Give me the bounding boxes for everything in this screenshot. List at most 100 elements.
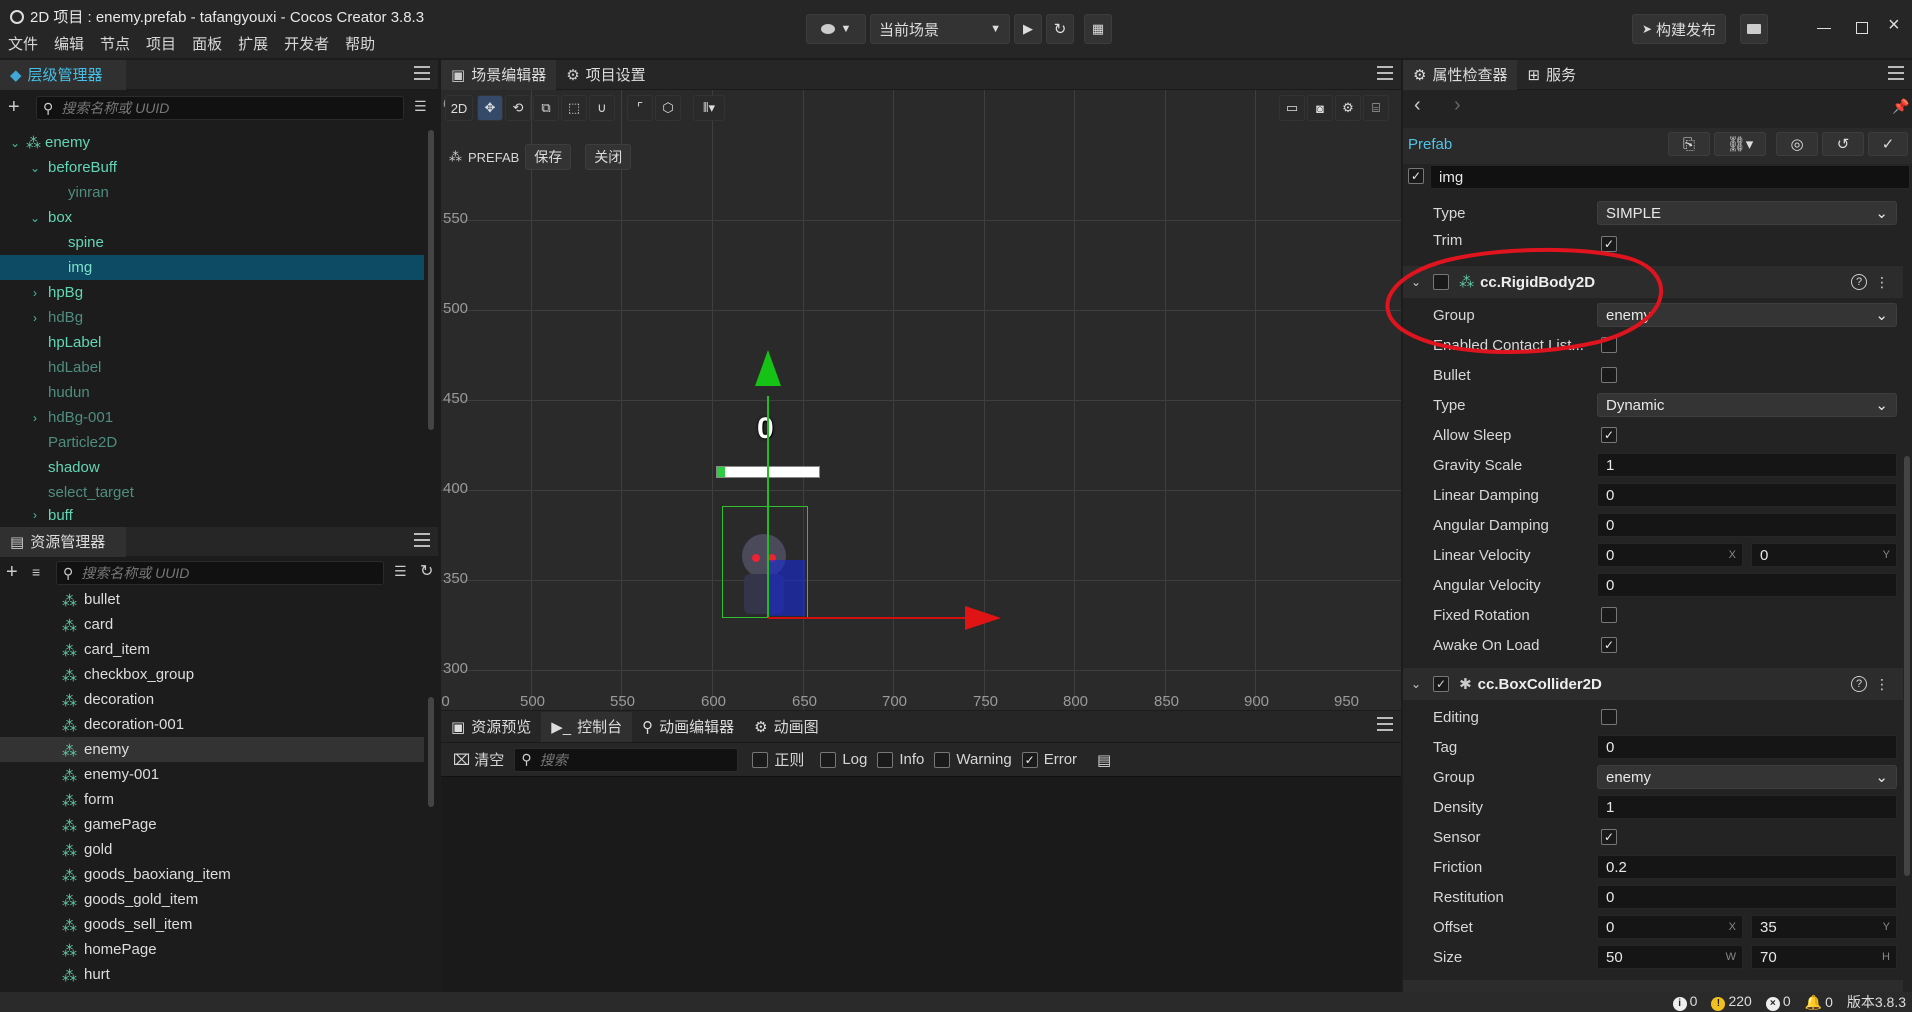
collapse-arrow-icon[interactable]: ⌄ xyxy=(1411,677,1421,691)
expand-arrow-icon[interactable]: › xyxy=(28,411,42,425)
status-error[interactable]: × 0 xyxy=(1765,993,1791,1011)
platform-select[interactable]: ▼ xyxy=(806,14,866,44)
scene-viewport[interactable]: 600 550 500 450 400 350 300 50 500 550 6… xyxy=(441,90,1401,710)
rb-ang-vel-input[interactable]: 0 xyxy=(1597,573,1897,597)
inspector-scrollbar[interactable] xyxy=(1904,456,1910,876)
boxcollider-header[interactable]: ⌄ ✓ ✱ cc.BoxCollider2D ? ⋮ xyxy=(1403,668,1903,700)
more-icon[interactable]: ⋮ xyxy=(1875,676,1889,693)
hierarchy-scrollbar[interactable] xyxy=(428,130,434,430)
tab-inspector[interactable]: ⚙ 属性检查器 xyxy=(1403,59,1518,90)
rb-bullet-checkbox[interactable] xyxy=(1601,367,1617,383)
back-arrow-icon[interactable]: ‹ xyxy=(1414,94,1421,117)
local-button[interactable]: ⬡ xyxy=(655,95,681,121)
asset-item[interactable]: ⁂ gamePage xyxy=(0,812,424,837)
bc-sensor-checkbox[interactable]: ✓ xyxy=(1601,829,1617,845)
scene-select[interactable]: 当前场景 ▼ xyxy=(870,14,1010,44)
panel-menu-icon[interactable] xyxy=(414,533,430,547)
maximize-icon[interactable] xyxy=(1856,22,1868,34)
expand-arrow-icon[interactable]: › xyxy=(28,508,42,522)
checkbox[interactable] xyxy=(934,751,951,768)
bc-offset-y-input[interactable]: 35 Y xyxy=(1751,915,1897,939)
camera-button[interactable]: ◙ xyxy=(1307,95,1333,121)
expand-arrow-icon[interactable]: › xyxy=(28,311,42,325)
scale-tool-button[interactable]: ⧉ xyxy=(533,95,559,121)
align-button[interactable]: ⫴▾ xyxy=(693,95,725,121)
sort-asset-icon[interactable]: ≡ xyxy=(32,564,40,580)
bc-editing-checkbox[interactable] xyxy=(1601,709,1617,725)
play-button[interactable]: ▶ xyxy=(1014,14,1042,44)
prefab-save-button[interactable]: 保存 xyxy=(525,144,572,170)
bc-offset-x-input[interactable]: 0X xyxy=(1597,915,1743,939)
prefab-locate-button[interactable]: ◎ xyxy=(1776,132,1818,156)
checkbox[interactable] xyxy=(877,751,894,768)
tab-scene-editor[interactable]: ▣ 场景编辑器 xyxy=(441,59,557,90)
tree-node-enemy[interactable]: ⌄ ⁂ enemy xyxy=(0,130,424,155)
forward-arrow-icon[interactable]: › xyxy=(1454,94,1461,117)
status-warning[interactable]: ! 220 xyxy=(1711,993,1752,1011)
tree-node-img[interactable]: img xyxy=(0,255,424,280)
move-gizmo-y-axis[interactable] xyxy=(767,396,769,618)
expand-arrow-icon[interactable]: ⌄ xyxy=(28,211,42,225)
tree-node-select-target[interactable]: select_target xyxy=(0,480,424,505)
node-active-checkbox[interactable]: ✓ xyxy=(1408,168,1424,184)
log-file-icon[interactable]: ▤ xyxy=(1097,751,1111,769)
tab-asset-preview[interactable]: ▣ 资源预览 xyxy=(441,712,541,742)
bc-size-h-input[interactable]: 70 H xyxy=(1751,945,1897,969)
status-info[interactable]: i0 xyxy=(1672,993,1697,1011)
asset-item[interactable]: ⁂ card xyxy=(0,612,424,637)
more-icon[interactable]: ⋮ xyxy=(1875,274,1889,291)
menu-developer[interactable]: 开发者 xyxy=(284,33,329,54)
checkbox[interactable] xyxy=(820,751,837,768)
status-notify[interactable]: 🔔 0 xyxy=(1805,994,1833,1011)
filter-warning[interactable]: Warning xyxy=(934,751,1012,768)
rb-type-select[interactable]: Dynamic ⌄ xyxy=(1597,393,1897,417)
asset-item[interactable]: ⁂ checkbox_group xyxy=(0,662,424,687)
rb-fixed-rot-checkbox[interactable] xyxy=(1601,607,1617,623)
menu-panel[interactable]: 面板 xyxy=(192,33,222,54)
menu-extension[interactable]: 扩展 xyxy=(238,33,268,54)
pivot-button[interactable]: ⌜ xyxy=(627,95,653,121)
tree-node-yinran[interactable]: yinran xyxy=(0,180,424,205)
asset-item[interactable]: ⁂ gold xyxy=(0,837,424,862)
camera-size-button[interactable]: ▭ xyxy=(1279,95,1305,121)
rb-lin-vel-x-input[interactable]: 0X xyxy=(1597,543,1743,567)
assets-search-input[interactable]: ⚲ 搜索名称或 UUID xyxy=(56,561,384,585)
checkbox[interactable]: ✓ xyxy=(1021,751,1038,768)
clear-button[interactable]: ⌧ 清空 xyxy=(453,749,504,770)
pin-icon[interactable]: 📌 xyxy=(1892,98,1909,115)
close-icon[interactable]: × xyxy=(1888,14,1900,37)
prefab-apply-button[interactable]: ✓ xyxy=(1868,132,1908,156)
assets-scrollbar[interactable] xyxy=(428,697,434,807)
panel-menu-icon[interactable] xyxy=(1377,717,1393,731)
asset-item[interactable]: ⁂ goods_baoxiang_item xyxy=(0,862,424,887)
menu-edit[interactable]: 编辑 xyxy=(54,33,84,54)
prefab-revert-button[interactable]: ↺ xyxy=(1822,132,1864,156)
menu-node[interactable]: 节点 xyxy=(100,33,130,54)
rb-lin-damp-input[interactable]: 0 xyxy=(1597,483,1897,507)
asset-item[interactable]: ⁂ decoration xyxy=(0,687,424,712)
prefab-close-button[interactable]: 关闭 xyxy=(585,144,632,170)
add-node-icon[interactable]: + xyxy=(8,96,20,119)
tree-node-hdlabel[interactable]: hdLabel xyxy=(0,355,424,380)
rect-tool-button[interactable]: ⬚ xyxy=(561,95,587,121)
rb-gravity-input[interactable]: 1 xyxy=(1597,453,1897,477)
tree-node-buff[interactable]: › buff xyxy=(0,505,424,525)
bc-restitution-input[interactable]: 0 xyxy=(1597,885,1897,909)
filter-regex[interactable]: 正则 xyxy=(752,749,804,770)
menu-help[interactable]: 帮助 xyxy=(345,33,375,54)
help-icon[interactable]: ? xyxy=(1851,676,1867,692)
tree-node-spine[interactable]: spine xyxy=(0,230,424,255)
asset-item[interactable]: ⁂ goods_gold_item xyxy=(0,887,424,912)
tree-node-hpbg[interactable]: › hpBg xyxy=(0,280,424,305)
tree-node-particle2d[interactable]: Particle2D xyxy=(0,430,424,455)
move-gizmo-x-arrow-icon[interactable] xyxy=(965,606,1001,630)
bc-density-input[interactable]: 1 xyxy=(1597,795,1897,819)
tree-node-hudun[interactable]: hudun xyxy=(0,380,424,405)
build-button[interactable]: ➤ 构建发布 xyxy=(1632,14,1726,44)
help-icon[interactable]: ? xyxy=(1851,274,1867,290)
prefab-unlink-button[interactable]: ⛓▾ xyxy=(1714,132,1766,156)
tab-project-settings[interactable]: ⚙ 项目设置 xyxy=(556,60,655,90)
move-gizmo-y-arrow-icon[interactable] xyxy=(755,350,781,386)
filter-info[interactable]: Info xyxy=(877,751,924,768)
sort-icon[interactable]: ☰ xyxy=(414,98,427,115)
